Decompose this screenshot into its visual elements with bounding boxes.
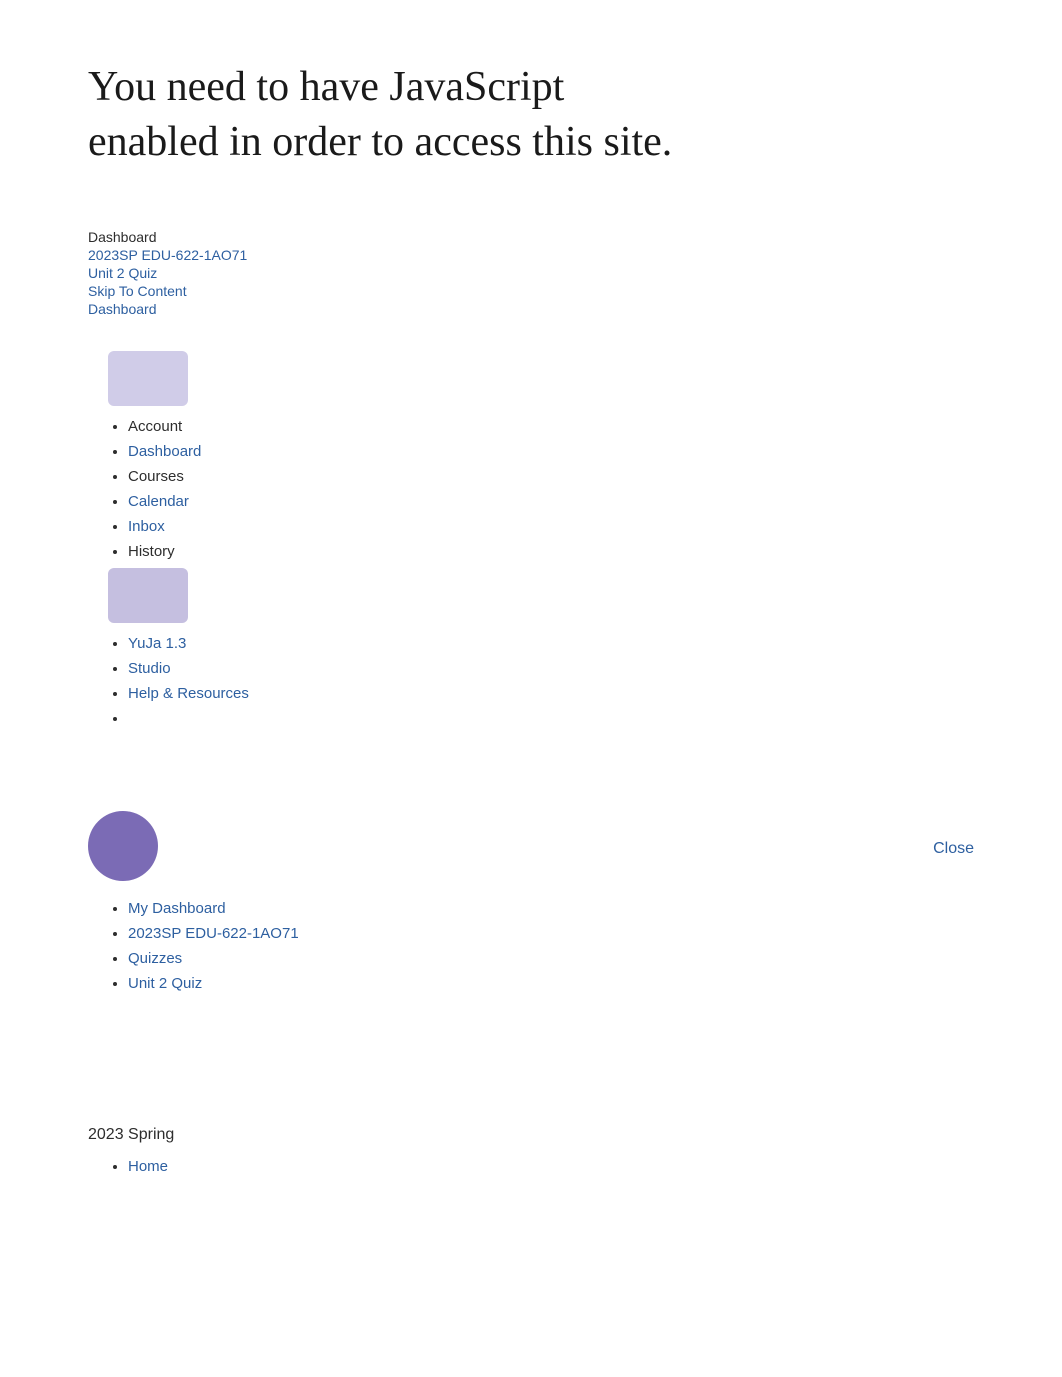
semester-title: 2023 Spring — [88, 1126, 974, 1144]
yuja-nav-item — [108, 564, 974, 631]
nav-link-dashboard[interactable]: Dashboard — [128, 443, 201, 460]
breadcrumb-dashboard-plain: Dashboard — [88, 229, 974, 245]
global-nav-list: Account Dashboard Courses Calendar Inbox… — [88, 347, 974, 731]
user-menu-item-course[interactable]: 2023SP EDU-622-1AO71 — [128, 921, 299, 946]
user-avatar — [88, 811, 158, 881]
nav-link-calendar[interactable]: Calendar — [128, 493, 189, 510]
close-section: Close — [933, 840, 974, 858]
user-menu-item-quizzes[interactable]: Quizzes — [128, 946, 299, 971]
yuja-icon — [108, 568, 188, 623]
semester-list-item-home[interactable]: Home — [128, 1154, 974, 1179]
nav-item-account: Account — [128, 414, 974, 439]
nav-item-courses: Courses — [128, 464, 974, 489]
close-button[interactable]: Close — [933, 840, 974, 858]
account-avatar — [108, 351, 188, 406]
user-menu-link-course[interactable]: 2023SP EDU-622-1AO71 — [128, 925, 299, 942]
nav-item-inbox[interactable]: Inbox — [128, 514, 974, 539]
breadcrumb-course-link[interactable]: 2023SP EDU-622-1AO71 — [88, 247, 974, 263]
semester-link-home[interactable]: Home — [128, 1158, 168, 1175]
user-avatar-container — [88, 811, 158, 886]
semester-list: Home — [88, 1154, 974, 1179]
nav-item-calendar[interactable]: Calendar — [128, 489, 974, 514]
user-menu-link-quizzes[interactable]: Quizzes — [128, 950, 182, 967]
nav-item-studio[interactable]: Studio — [128, 656, 974, 681]
global-nav: Account Dashboard Courses Calendar Inbox… — [0, 327, 1062, 741]
account-nav-item — [108, 347, 974, 414]
user-profile-section: My Dashboard 2023SP EDU-622-1AO71 Quizze… — [0, 801, 1062, 1006]
nav-link-help[interactable]: Help & Resources — [128, 685, 249, 702]
nav-link-studio[interactable]: Studio — [128, 660, 171, 677]
user-menu-list: My Dashboard 2023SP EDU-622-1AO71 Quizze… — [88, 896, 299, 996]
breadcrumb-dashboard-link[interactable]: Dashboard — [88, 301, 974, 317]
nav-link-yuja[interactable]: YuJa 1.3 — [128, 635, 186, 652]
nav-item-history: History — [128, 539, 974, 564]
user-menu-link-quiz[interactable]: Unit 2 Quiz — [128, 975, 202, 992]
breadcrumb: Dashboard 2023SP EDU-622-1AO71 Unit 2 Qu… — [0, 209, 1062, 327]
nav-item-yuja[interactable]: YuJa 1.3 — [128, 631, 974, 656]
user-menu-link-dashboard[interactable]: My Dashboard — [128, 900, 226, 917]
breadcrumb-skip-link[interactable]: Skip To Content — [88, 283, 974, 299]
user-menu-item-dashboard[interactable]: My Dashboard — [128, 896, 299, 921]
no-javascript-heading: You need to have JavaScript enabled in o… — [0, 0, 780, 209]
nav-item-dashboard[interactable]: Dashboard — [128, 439, 974, 464]
breadcrumb-quiz-link[interactable]: Unit 2 Quiz — [88, 265, 974, 281]
nav-link-inbox[interactable]: Inbox — [128, 518, 165, 535]
semester-section: 2023 Spring Home — [0, 1096, 1062, 1199]
user-menu-item-quiz[interactable]: Unit 2 Quiz — [128, 971, 299, 996]
nav-item-help[interactable]: Help & Resources — [128, 681, 974, 706]
nav-item-empty — [128, 706, 974, 731]
